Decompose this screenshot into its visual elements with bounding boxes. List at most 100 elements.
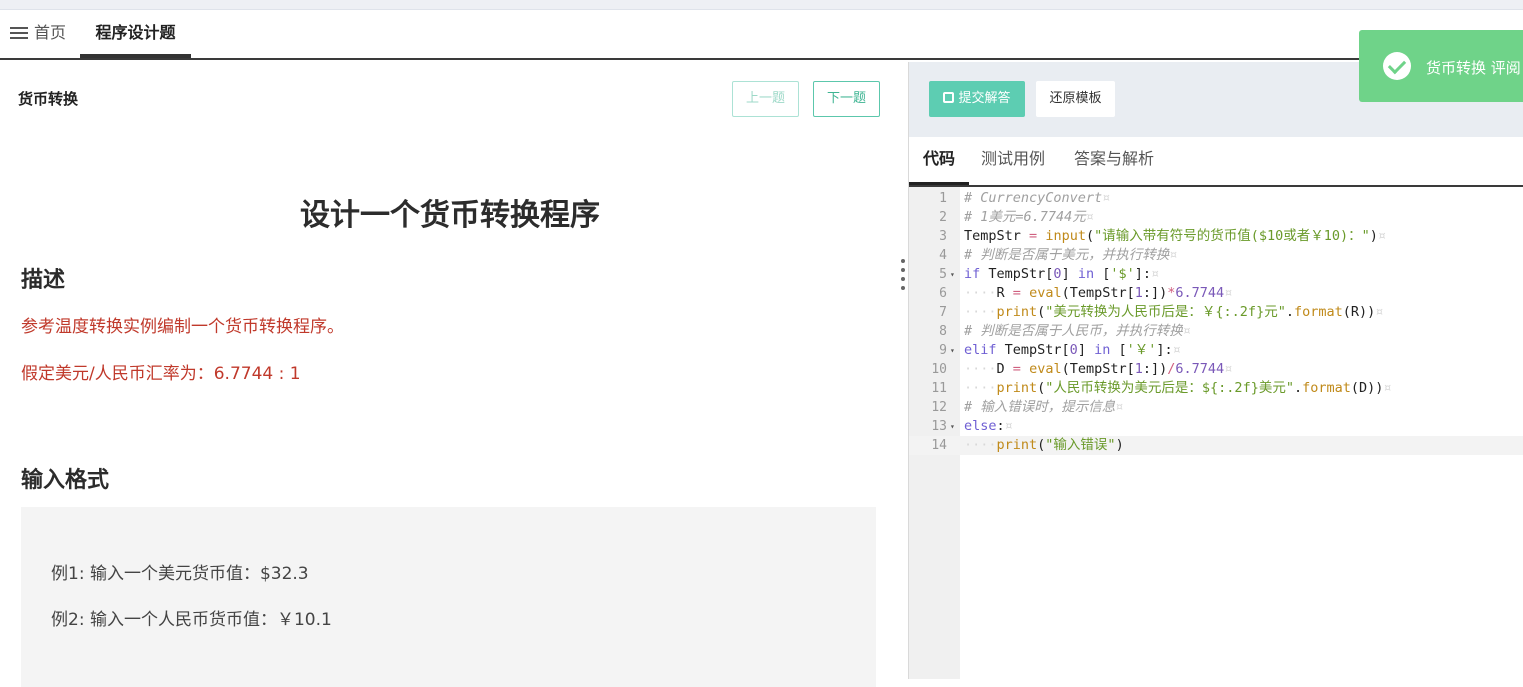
code-token: ¤ — [1004, 418, 1013, 434]
code-token: print — [996, 437, 1038, 453]
line-number: 7 — [939, 305, 947, 320]
code-token: ) — [1115, 437, 1124, 453]
code-token: # 判断是否属于美元，并执行转换 — [964, 247, 1170, 263]
code-line[interactable]: 6 ····R = eval(TempStr[1:])*6.7744¤ — [909, 284, 1523, 303]
code-token: 1 — [1134, 285, 1143, 301]
tab-code[interactable]: 代码 — [909, 137, 969, 185]
code-token: if — [964, 266, 981, 282]
code-token: # 输入错误时，提示信息 — [964, 399, 1116, 415]
code-text: ····D = eval(TempStr[1:])/6.7744¤ — [964, 360, 1232, 379]
code-token: "人民币转换为美元后是：${:.2f}美元" — [1045, 380, 1294, 396]
code-token: format — [1293, 304, 1343, 320]
next-button[interactable]: 下一题 — [813, 81, 880, 117]
code-text: ····print("输入错误") — [964, 436, 1124, 455]
tab-test-cases[interactable]: 测试用例 — [981, 137, 1045, 185]
code-line[interactable]: 8 # 判断是否属于人民币，并执行转换¤ — [909, 322, 1523, 341]
code-token: (TempStr[ — [1061, 285, 1135, 301]
restore-template-button[interactable]: 还原模板 — [1036, 81, 1115, 117]
code-text: # CurrencyConvert¤ — [964, 189, 1110, 208]
code-line[interactable]: 2 # 1美元=6.7744元¤ — [909, 208, 1523, 227]
code-token: :]) — [1142, 361, 1168, 377]
code-token: ]: — [1156, 342, 1173, 358]
check-circle-icon — [1383, 52, 1411, 80]
example-1: 例1: 输入一个美元货币值：$32.3 — [51, 564, 309, 584]
code-token: ···· — [964, 437, 997, 453]
code-token: format — [1302, 380, 1351, 396]
top-tab-bar: 首页 程序设计题 — [0, 10, 1523, 60]
code-token: "美元转换为人民币后是：￥{:.2f}元" — [1045, 304, 1286, 320]
fold-arrow-icon[interactable]: ▾ — [950, 417, 955, 436]
code-line[interactable]: 7 ····print("美元转换为人民币后是：￥{:.2f}元".format(… — [909, 303, 1523, 322]
line-number: 12 — [931, 400, 947, 415]
code-token: 0 — [1053, 266, 1062, 282]
line-number: 14 — [931, 438, 947, 453]
line-number: 2 — [939, 210, 947, 225]
code-text: if TempStr[0] in ['$']:¤ — [964, 265, 1159, 284]
code-token: ) — [1369, 228, 1378, 244]
code-token: ¤ — [1151, 266, 1160, 282]
code-token: D — [996, 361, 1013, 377]
problem-panel: 货币转换 上一题 下一题 设计一个货币转换程序 描述 参考温度转换实例编制一个货… — [0, 62, 908, 687]
code-token: ¤ — [1085, 209, 1094, 225]
code-line[interactable]: 14 ····print("输入错误") — [909, 436, 1523, 455]
code-text: TempStr = input("请输入带有符号的货币值($10或者￥10)："… — [964, 227, 1386, 246]
line-number: 8 — [939, 324, 947, 339]
code-panel: 提交解答 还原模板 代码 测试用例 答案与解析 1 # CurrencyConve… — [909, 62, 1523, 679]
code-token: [ — [1110, 342, 1127, 358]
line-number: 13 — [931, 419, 947, 434]
code-token: ···· — [964, 304, 997, 320]
code-token: ] — [1077, 342, 1095, 358]
code-token: # 判断是否属于人民币，并执行转换 — [964, 323, 1183, 339]
tab-home[interactable]: 首页 — [10, 10, 76, 58]
code-token: ( — [1085, 228, 1095, 244]
code-token: ···· — [964, 285, 997, 301]
code-token: ···· — [964, 380, 997, 396]
code-token: :]) — [1142, 285, 1168, 301]
code-line[interactable]: 9 ▾ elif TempStr[0] in ['￥']:¤ — [909, 341, 1523, 360]
description-line-1: 参考温度转换实例编制一个货币转换程序。 — [21, 317, 344, 337]
save-icon — [943, 92, 955, 103]
code-token: 6.7744 — [1175, 285, 1225, 301]
code-token: # CurrencyConvert — [964, 190, 1103, 206]
toast-notification: 货币转换 评阅 — [1359, 30, 1523, 102]
code-token: # 1美元=6.7744元 — [964, 209, 1086, 225]
code-line[interactable]: 11 ····print("人民币转换为美元后是：${:.2f}美元".forma… — [909, 379, 1523, 398]
code-token: in — [1094, 342, 1111, 358]
code-token: print — [996, 304, 1038, 320]
example-2: 例2: 输入一个人民币货币值：￥10.1 — [51, 610, 332, 630]
description-title: 描述 — [21, 268, 66, 293]
code-line[interactable]: 1 # CurrencyConvert¤ — [909, 189, 1523, 208]
fold-arrow-icon[interactable]: ▾ — [950, 341, 955, 360]
menu-icon — [10, 27, 28, 39]
code-text: # 输入错误时，提示信息¤ — [964, 398, 1123, 417]
code-token: TempStr — [964, 228, 1030, 244]
prev-button[interactable]: 上一题 — [732, 81, 799, 117]
problem-name: 货币转换 — [18, 90, 79, 108]
code-token: ¤ — [1102, 190, 1111, 206]
code-token: = — [1012, 361, 1021, 377]
line-number: 3 — [939, 229, 947, 244]
code-text: else:¤ — [964, 417, 1013, 436]
submit-button[interactable]: 提交解答 — [929, 81, 1025, 117]
code-token: (R)) — [1342, 304, 1376, 320]
code-line[interactable]: 13 ▾ else:¤ — [909, 417, 1523, 436]
tab-programming[interactable]: 程序设计题 — [80, 10, 191, 58]
code-token: ¤ — [1377, 228, 1387, 244]
code-token: . — [1293, 380, 1303, 396]
code-line[interactable]: 5 ▾ if TempStr[0] in ['$']:¤ — [909, 265, 1523, 284]
code-text: ····print("美元转换为人民币后是：￥{:.2f}元".format(R… — [964, 303, 1383, 322]
line-number: 5 — [939, 267, 947, 282]
code-line[interactable]: 4 # 判断是否属于美元，并执行转换¤ — [909, 246, 1523, 265]
code-token: TempStr[ — [996, 342, 1070, 358]
code-token: 0 — [1069, 342, 1078, 358]
fold-arrow-icon[interactable]: ▾ — [950, 265, 955, 284]
drag-handle-icon[interactable] — [901, 259, 905, 295]
code-editor[interactable]: 1 # CurrencyConvert¤ 2 # 1美元=6.7744元¤ 3 TempS… — [909, 187, 1523, 679]
line-number: 10 — [931, 362, 947, 377]
code-line[interactable]: 12 # 输入错误时，提示信息¤ — [909, 398, 1523, 417]
code-line[interactable]: 10 ····D = eval(TempStr[1:])/6.7744¤ — [909, 360, 1523, 379]
tab-answer-analysis[interactable]: 答案与解析 — [1074, 137, 1154, 185]
code-line[interactable]: 3 TempStr = input("请输入带有符号的货币值($10或者￥10)：… — [909, 227, 1523, 246]
code-token: (TempStr[ — [1061, 361, 1135, 377]
